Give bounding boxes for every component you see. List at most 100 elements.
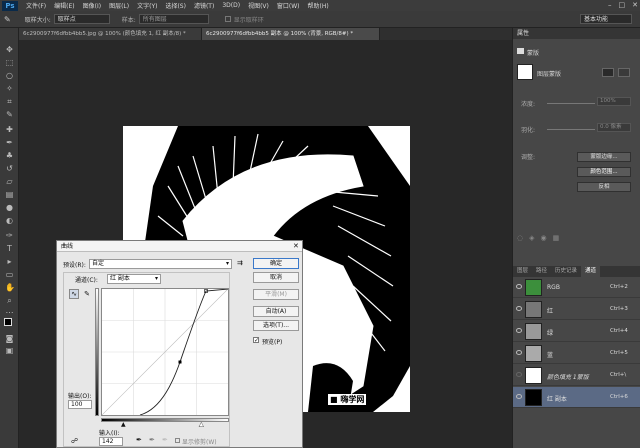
mask-thumbnail[interactable] xyxy=(517,64,533,80)
menu-layer[interactable]: 图层(L) xyxy=(109,1,129,10)
invert-button[interactable]: 反相 xyxy=(577,182,631,192)
menu-edit[interactable]: 编辑(E) xyxy=(54,1,74,10)
gradient-tool-icon[interactable]: ▤ xyxy=(5,190,14,199)
menu-3d[interactable]: 3D(D) xyxy=(222,2,240,9)
healing-brush-icon[interactable]: ✚ xyxy=(5,125,14,134)
menu-help[interactable]: 帮助(H) xyxy=(308,1,329,10)
preview-checkbox[interactable]: ✓ xyxy=(253,337,259,344)
eraser-tool-icon[interactable]: ▱ xyxy=(5,177,14,186)
curve-graph[interactable] xyxy=(101,288,229,416)
eyedropper-tool-icon[interactable]: ✎ xyxy=(4,15,11,24)
feather-value[interactable]: 0.0 像素 xyxy=(597,123,631,132)
white-eyedropper-icon[interactable]: ✒ xyxy=(162,436,168,444)
move-tool-icon[interactable]: ✥ xyxy=(5,45,14,54)
show-clipping-checkbox[interactable] xyxy=(175,438,180,443)
eyedropper-icon[interactable]: ✎ xyxy=(5,110,14,119)
channel-row-fill-mask[interactable]: 颜色填充 1蒙版 Ctrl+\ xyxy=(513,365,640,386)
curves-titlebar[interactable]: 曲线 ✕ xyxy=(57,241,302,252)
zoom-tool-icon[interactable]: ⌕ xyxy=(5,296,14,305)
shape-tool-icon[interactable]: ▭ xyxy=(5,270,14,279)
channel-row-red[interactable]: 红 Ctrl+3 xyxy=(513,299,640,320)
black-point-slider[interactable]: ▲ xyxy=(121,421,126,428)
white-point-slider[interactable]: ▲ xyxy=(199,421,204,428)
tab-document-1[interactable]: 6c2900977f6dfbb4bb5.jpg @ 100% (颜色填充 1, … xyxy=(19,28,202,40)
preset-options-icon[interactable]: ⇉ xyxy=(237,259,243,267)
tab-channels[interactable]: 通道 xyxy=(581,266,601,277)
menu-view[interactable]: 视图(V) xyxy=(248,1,269,10)
lasso-tool-icon[interactable]: ○ xyxy=(5,71,14,80)
channel-row-red-copy[interactable]: 红 副本 Ctrl+6 xyxy=(513,387,640,408)
feather-slider[interactable] xyxy=(547,129,595,130)
channel-select[interactable]: 红 副本 ▾ xyxy=(107,274,161,284)
clone-stamp-icon[interactable]: ♣ xyxy=(5,151,14,160)
hand-tool-icon[interactable]: ✋ xyxy=(5,283,15,292)
ok-button[interactable]: 确定 xyxy=(253,258,299,269)
brush-tool-icon[interactable]: ✒ xyxy=(5,138,14,147)
minimize-icon[interactable]: – xyxy=(608,1,612,9)
channel-row-green[interactable]: 绿 Ctrl+4 xyxy=(513,321,640,342)
color-range-button[interactable]: 颜色范围... xyxy=(577,167,631,177)
vector-mask-icon[interactable] xyxy=(618,68,630,77)
sample-select[interactable]: 所有图层 xyxy=(138,14,209,24)
sample-size-select[interactable]: 取样点 xyxy=(53,14,110,24)
screen-mode-icon[interactable]: ▣ xyxy=(5,346,14,355)
menu-select[interactable]: 选择(S) xyxy=(165,1,186,10)
crop-tool-icon[interactable]: ⌗ xyxy=(5,97,14,106)
tab-layers[interactable]: 图层 xyxy=(513,266,532,277)
quick-select-tool-icon[interactable]: ✧ xyxy=(5,84,14,93)
mask-edge-button[interactable]: 蒙版边缘... xyxy=(577,152,631,162)
blur-tool-icon[interactable]: ● xyxy=(5,203,14,212)
pencil-icon[interactable]: ✎ xyxy=(82,289,92,299)
more-tools-icon[interactable]: ⋯ xyxy=(5,308,14,317)
auto-button[interactable]: 自动(A) xyxy=(253,306,299,317)
channel-row-blue[interactable]: 蓝 Ctrl+5 xyxy=(513,343,640,364)
menu-file[interactable]: 文件(F) xyxy=(26,1,46,10)
gray-eyedropper-icon[interactable]: ✒ xyxy=(149,436,155,444)
workspace-select[interactable]: 基本功能 xyxy=(580,14,632,24)
canvas-watermark: ■ 嗨学网 xyxy=(328,394,367,405)
show-ring-checkbox[interactable] xyxy=(224,16,231,22)
tab-paths[interactable]: 路径 xyxy=(532,266,551,277)
smooth-button[interactable]: 平滑(M) xyxy=(253,289,299,300)
menu-window[interactable]: 窗口(W) xyxy=(277,1,300,10)
quick-mask-icon[interactable]: ◙ xyxy=(5,334,14,343)
preset-select[interactable]: 自定 ▾ xyxy=(89,259,232,269)
visibility-eye-icon[interactable] xyxy=(516,328,522,333)
dodge-tool-icon[interactable]: ◐ xyxy=(5,216,14,225)
target-adjust-icon[interactable]: ☍ xyxy=(71,437,78,445)
pen-tool-icon[interactable]: ✑ xyxy=(5,231,14,240)
disable-mask-icon[interactable]: ◉ xyxy=(541,234,547,242)
apply-mask-icon[interactable]: ◈ xyxy=(529,234,534,242)
output-field[interactable]: 100 xyxy=(68,400,92,409)
foreground-color-swatch[interactable] xyxy=(4,318,12,326)
channel-row-rgb[interactable]: RGB Ctrl+2 xyxy=(513,277,640,298)
history-brush-icon[interactable]: ↺ xyxy=(5,164,14,173)
menu-image[interactable]: 图像(I) xyxy=(83,1,101,10)
path-select-icon[interactable]: ▸ xyxy=(5,257,14,266)
cancel-button[interactable]: 取消 xyxy=(253,272,299,283)
marquee-tool-icon[interactable]: ⬚ xyxy=(5,58,14,67)
density-slider[interactable] xyxy=(547,103,595,104)
load-selection-icon[interactable]: ◌ xyxy=(517,234,523,242)
properties-tab[interactable]: 属性 xyxy=(513,28,640,39)
tab-document-2[interactable]: 6c2900977f6dfbb4bb5 副本 @ 100% (背景, RGB/8… xyxy=(202,28,380,40)
curve-edit-icon[interactable]: ∿ xyxy=(69,289,79,299)
density-value[interactable]: 100% xyxy=(597,97,631,106)
black-eyedropper-icon[interactable]: ✒ xyxy=(136,436,142,444)
dialog-close-icon[interactable]: ✕ xyxy=(293,241,299,252)
visibility-eye-icon[interactable] xyxy=(516,306,522,311)
delete-mask-icon[interactable]: ▦ xyxy=(553,234,560,242)
close-icon[interactable]: ✕ xyxy=(632,1,638,9)
pixel-mask-icon[interactable] xyxy=(602,68,614,77)
input-field[interactable]: 142 xyxy=(99,437,123,446)
menu-filter[interactable]: 滤镜(T) xyxy=(194,1,214,10)
visibility-eye-icon[interactable] xyxy=(516,372,522,377)
menu-type[interactable]: 文字(Y) xyxy=(137,1,157,10)
type-tool-icon[interactable]: T xyxy=(5,244,14,253)
maximize-icon[interactable]: □ xyxy=(619,1,626,9)
visibility-eye-icon[interactable] xyxy=(516,394,522,399)
tab-history[interactable]: 历史记录 xyxy=(551,266,581,277)
visibility-eye-icon[interactable] xyxy=(516,350,522,355)
options-button[interactable]: 选项(T)... xyxy=(253,320,299,331)
visibility-eye-icon[interactable] xyxy=(516,284,522,289)
